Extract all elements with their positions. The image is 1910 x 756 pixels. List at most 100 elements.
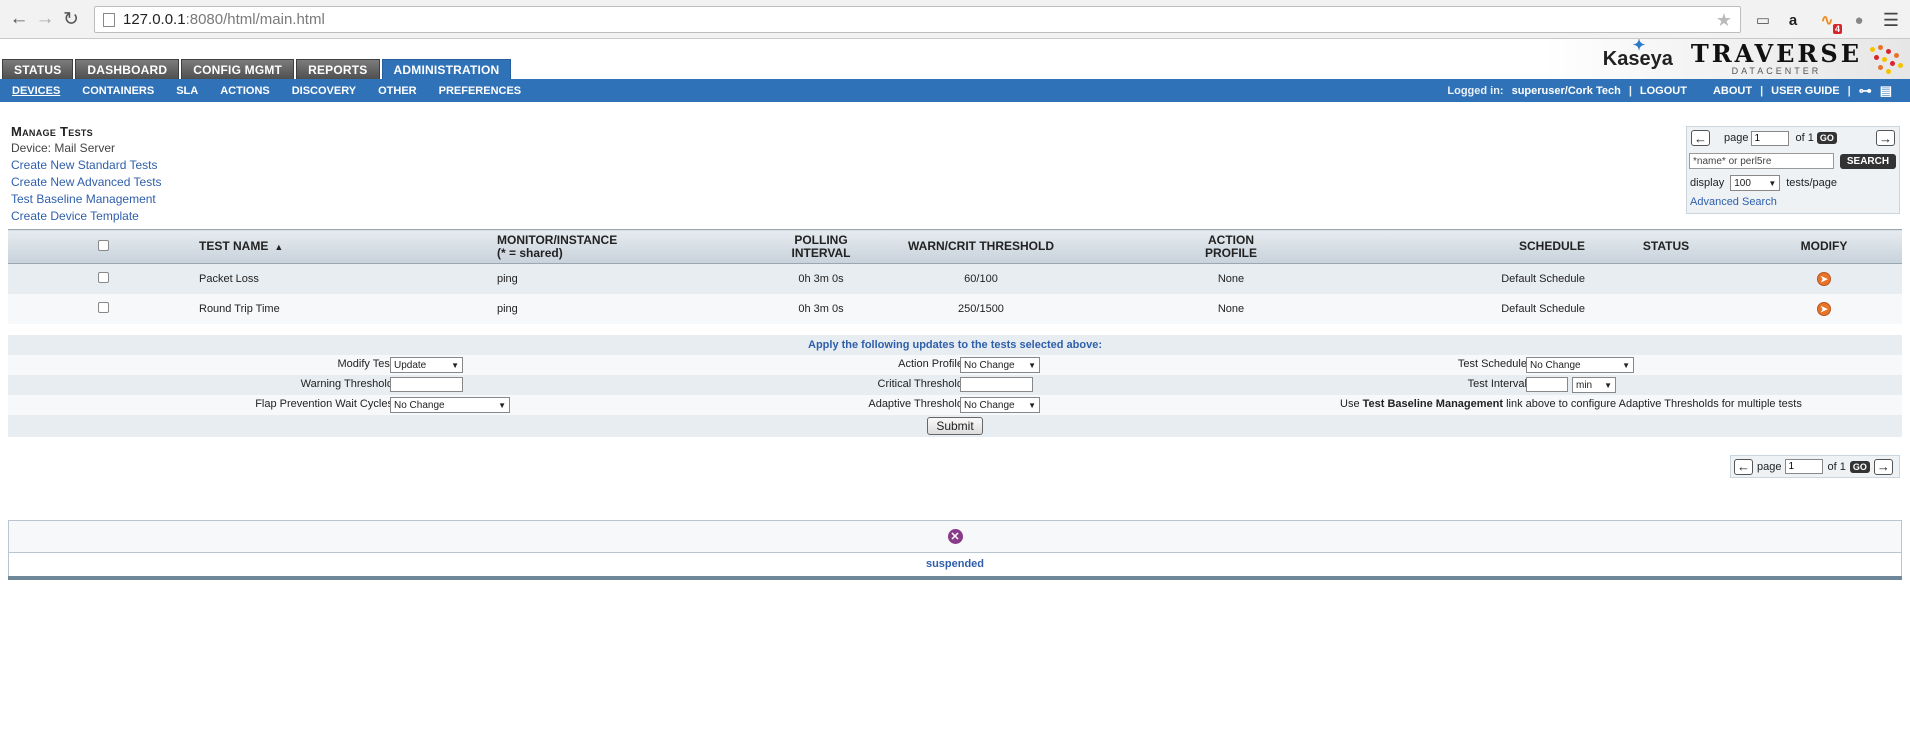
next-page-icon[interactable]: →	[1876, 130, 1895, 146]
row-checkbox[interactable]	[97, 271, 109, 283]
schedule-header: SCHEDULE	[1386, 229, 1586, 264]
back-arrow-icon[interactable]: ←	[6, 6, 32, 32]
rss-badge: 4	[1832, 24, 1842, 34]
key-icon[interactable]: ⊶	[1859, 83, 1872, 99]
prev-page-icon[interactable]: ←	[1691, 130, 1710, 146]
page-of-label: of 1	[1827, 460, 1846, 473]
test-name-header[interactable]: TEST NAME ▲	[198, 229, 496, 264]
display-count-value: 100	[1734, 177, 1751, 189]
reload-icon[interactable]: ↻	[58, 6, 84, 32]
prev-page-icon[interactable]: ←	[1734, 458, 1753, 475]
address-bar[interactable]: 127.0.0.1:8080/html/main.html ★	[94, 6, 1741, 33]
action-profile-header: ACTION PROFILE	[1076, 229, 1386, 264]
separator: |	[1760, 84, 1764, 97]
status-panel-top: ✕	[9, 521, 1901, 553]
chevron-down-icon: ▼	[1768, 178, 1777, 188]
page-number-input[interactable]	[1751, 130, 1790, 146]
tab-status[interactable]: STATUS	[2, 59, 74, 79]
app-header: STATUS DASHBOARD CONFIG MGMT REPORTS ADM…	[0, 36, 1910, 79]
modify-test-select[interactable]: Update ▼	[390, 357, 463, 373]
tab-reports[interactable]: REPORTS	[296, 59, 380, 79]
go-button[interactable]: GO	[1849, 460, 1870, 473]
manage-tests-section: Manage Tests Device: Mail Server Create …	[11, 123, 162, 225]
subnav-sla[interactable]: SLA	[176, 85, 198, 97]
threshold-header: WARN/CRIT THRESHOLD	[886, 229, 1076, 264]
table-row: Packet Loss ping 0h 3m 0s 60/100 None De…	[8, 263, 1902, 294]
tab-dashboard[interactable]: DASHBOARD	[75, 59, 180, 79]
about-link[interactable]: ABOUT	[1713, 85, 1752, 97]
threshold-cell: 60/100	[886, 263, 1076, 294]
subnav-preferences[interactable]: PREFERENCES	[439, 85, 522, 97]
test-interval-unit-select[interactable]: min ▼	[1572, 377, 1616, 393]
sort-ascending-icon: ▲	[274, 241, 284, 252]
page-number-input[interactable]	[1785, 459, 1824, 474]
display-count-select[interactable]: 100 ▼	[1730, 175, 1781, 191]
url-path: :8080/html/main.html	[185, 11, 325, 28]
tab-config-mgmt[interactable]: CONFIG MGMT	[181, 59, 295, 79]
suspended-icon[interactable]: ✕	[947, 529, 963, 544]
test-name-cell[interactable]: Round Trip Time	[198, 293, 496, 324]
action-profile-label: Action Profile:	[898, 358, 966, 370]
display-label: display	[1690, 177, 1725, 189]
warning-threshold-input[interactable]	[390, 377, 463, 392]
subnav-devices[interactable]: DEVICES	[12, 85, 60, 97]
rss-icon[interactable]: ∿ 4	[1816, 9, 1842, 34]
modify-icon[interactable]: ➤	[1817, 301, 1831, 316]
bulk-update-heading: Apply the following updates to the tests…	[8, 335, 1902, 355]
subnav-other[interactable]: OTHER	[378, 85, 417, 97]
select-all-checkbox[interactable]	[97, 239, 109, 251]
action-profile-select[interactable]: No Change ▼	[960, 357, 1040, 373]
submit-button[interactable]: Submit	[927, 417, 983, 435]
bulk-update-form: Apply the following updates to the tests…	[8, 335, 1902, 437]
search-panel: ← page of 1 GO → *name* or perl5re SEARC…	[1686, 126, 1900, 214]
create-standard-tests-link[interactable]: Create New Standard Tests	[11, 157, 162, 174]
go-button[interactable]: GO	[1816, 132, 1837, 144]
adaptive-note: Use Test Baseline Management link above …	[1340, 398, 1802, 410]
form-row: Flap Prevention Wait Cycles: No Change ▼ …	[8, 395, 1902, 415]
create-device-template-link[interactable]: Create Device Template	[11, 208, 162, 225]
next-page-icon[interactable]: →	[1873, 458, 1893, 475]
test-name-cell[interactable]: Packet Loss	[198, 263, 496, 294]
logout-link[interactable]: LOGOUT	[1640, 85, 1687, 97]
cast-icon[interactable]: ▭	[1752, 9, 1774, 31]
create-advanced-tests-link[interactable]: Create New Advanced Tests	[11, 174, 162, 191]
submit-row: Submit	[8, 415, 1902, 437]
test-baseline-management-link[interactable]: Test Baseline Management	[11, 191, 162, 208]
bookmark-star-icon[interactable]: ★	[1716, 10, 1732, 31]
row-checkbox[interactable]	[97, 301, 109, 313]
search-button[interactable]: SEARCH	[1840, 154, 1896, 169]
traverse-dots-icon	[1868, 43, 1906, 75]
critical-threshold-input[interactable]	[960, 377, 1033, 392]
bottom-pager: ← page of 1 GO →	[1730, 455, 1900, 478]
pin-icon[interactable]: ●	[1848, 9, 1870, 31]
menu-icon[interactable]: ☰	[1880, 9, 1902, 31]
kaseya-swoosh-icon: ✦	[1632, 36, 1646, 54]
subnav-discovery[interactable]: DISCOVERY	[292, 85, 356, 97]
status-panel-bar	[8, 576, 1902, 580]
adaptive-threshold-select[interactable]: No Change ▼	[960, 397, 1040, 413]
modify-icon[interactable]: ➤	[1817, 271, 1831, 286]
page-of-label: of 1	[1795, 132, 1814, 144]
interval-cell: 0h 3m 0s	[756, 293, 886, 324]
datacenter-text: DATACENTER	[1731, 66, 1822, 76]
forward-arrow-icon[interactable]: →	[32, 6, 58, 32]
flap-prevention-select[interactable]: No Change ▼	[390, 397, 510, 413]
url-host: 127.0.0.1	[123, 11, 186, 28]
table-header-row: TEST NAME ▲ MONITOR/INSTANCE (* = shared) …	[8, 229, 1902, 264]
page-layout-icon[interactable]: ▤	[1880, 83, 1892, 99]
advanced-search-link[interactable]: Advanced Search	[1690, 196, 1777, 208]
test-interval-input[interactable]	[1526, 377, 1568, 392]
user-guide-link[interactable]: USER GUIDE	[1771, 85, 1839, 97]
adaptive-note-link-text: Test Baseline Management	[1362, 398, 1504, 410]
tab-administration[interactable]: ADMINISTRATION	[381, 59, 512, 79]
page-label: page	[1724, 132, 1749, 144]
amazon-icon[interactable]: a	[1782, 9, 1804, 31]
status-header: STATUS	[1586, 229, 1746, 264]
subnav-actions[interactable]: ACTIONS	[220, 85, 270, 97]
page-icon	[103, 12, 115, 27]
test-schedule-select[interactable]: No Change ▼	[1526, 357, 1634, 373]
chevron-down-icon: ▼	[498, 400, 506, 410]
browser-toolbar: ← → ↻ 127.0.0.1:8080/html/main.html ★ ▭ …	[0, 0, 1910, 39]
subnav-containers[interactable]: CONTAINERS	[82, 85, 154, 97]
search-input[interactable]: *name* or perl5re	[1689, 153, 1834, 169]
